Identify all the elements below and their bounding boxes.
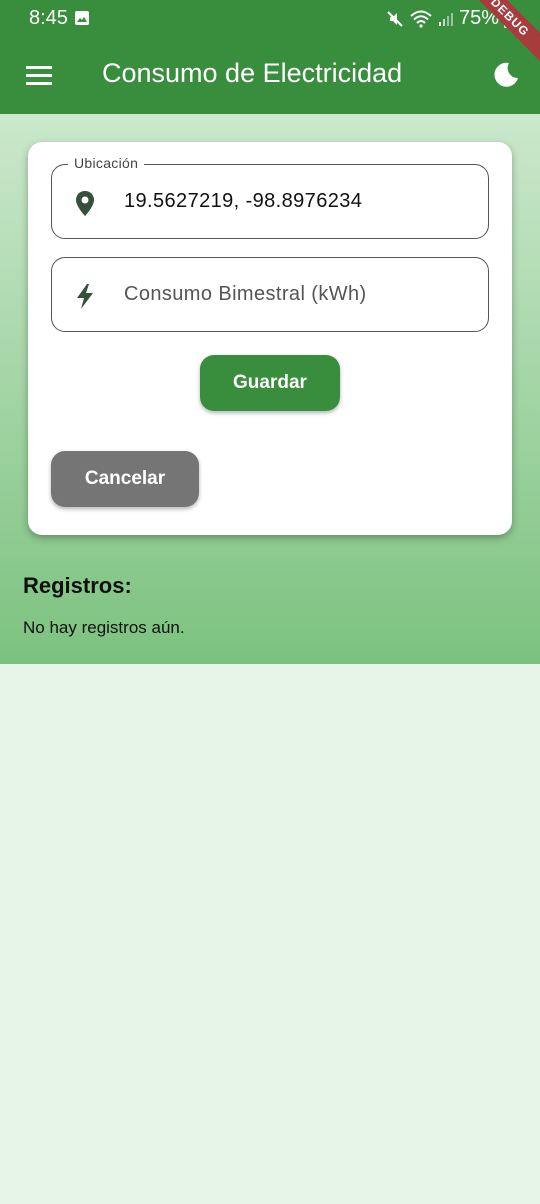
location-field[interactable]: Ubicación 19.5627219, -98.8976234: [51, 155, 489, 239]
app-title: Consumo de Electricidad: [102, 58, 403, 88]
cancel-button[interactable]: Cancelar: [51, 451, 199, 507]
consumption-placeholder: Consumo Bimestral (kWh): [124, 283, 367, 305]
theme-toggle-button[interactable]: [489, 58, 523, 92]
dark-mode-icon: [494, 62, 518, 87]
records-empty-text: No hay registros aún.: [23, 618, 185, 637]
location-label: Ubicación: [68, 155, 145, 171]
lightning-icon: [77, 284, 93, 309]
save-button[interactable]: Guardar: [200, 355, 340, 411]
status-time: 8:45: [29, 7, 68, 29]
app-bar: Consumo de Electricidad: [0, 36, 540, 114]
menu-icon: [26, 66, 52, 85]
entry-form-card: Ubicación 19.5627219, -98.8976234 Consum…: [28, 142, 512, 535]
signal-icon: [438, 12, 453, 26]
location-pin-icon: [76, 191, 94, 216]
consumption-input[interactable]: Consumo Bimestral (kWh): [51, 257, 489, 332]
menu-button[interactable]: [20, 58, 56, 92]
gallery-icon: [75, 11, 89, 25]
records-title: Registros:: [23, 573, 132, 598]
mute-icon: [387, 10, 403, 27]
location-value: 19.5627219, -98.8976234: [124, 190, 363, 212]
wifi-icon: [410, 10, 432, 28]
status-bar: 8:45 75%: [0, 0, 540, 36]
